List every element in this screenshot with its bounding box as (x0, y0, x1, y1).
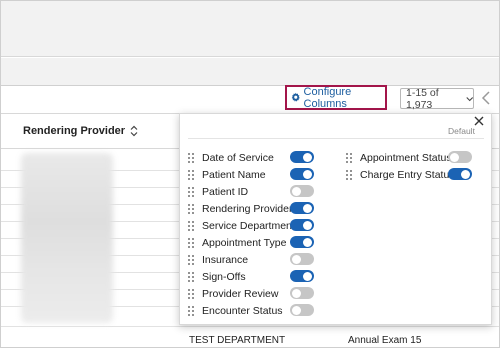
filter-band (1, 58, 499, 86)
chevron-left-icon[interactable] (481, 91, 491, 105)
column-option-label: Patient ID (202, 185, 249, 198)
panel-divider (188, 138, 484, 139)
column-toggle[interactable] (290, 304, 314, 316)
toggle-knob (303, 220, 312, 230)
column-header-rendering-provider[interactable]: Rendering Provider (23, 125, 138, 137)
drag-handle-icon[interactable] (188, 169, 194, 180)
drag-handle-icon[interactable] (188, 254, 194, 265)
chevron-down-icon (465, 96, 473, 101)
column-toggle[interactable] (448, 151, 472, 163)
toggle-knob (303, 203, 312, 213)
app-frame: Configure Columns 1-15 of 1,973 Renderin… (0, 0, 500, 348)
drag-handle-icon[interactable] (188, 271, 194, 282)
column-option[interactable]: Appointment Type (188, 235, 316, 250)
column-header-label: Rendering Provider (23, 125, 126, 137)
column-option-label: Charge Entry Status (360, 168, 455, 181)
drag-handle-icon[interactable] (346, 152, 352, 163)
column-toggle[interactable] (290, 236, 314, 248)
configure-columns-panel: Default Date of Service Patient Name Patie… (179, 113, 492, 325)
column-option[interactable]: Encounter Status (188, 303, 316, 318)
column-option-label: Appointment Type (202, 236, 287, 249)
column-option[interactable]: Appointment Status (346, 150, 474, 165)
column-toggle[interactable] (290, 270, 314, 282)
toggle-knob (303, 237, 312, 247)
drag-handle-icon[interactable] (188, 152, 194, 163)
column-option[interactable]: Provider Review (188, 286, 316, 301)
drag-handle-icon[interactable] (188, 305, 194, 316)
column-option-label: Encounter Status (202, 304, 283, 317)
column-option[interactable]: Sign-Offs (188, 269, 316, 284)
configure-columns-label: Configure Columns (303, 85, 352, 110)
column-option-label: Appointment Status (360, 151, 452, 164)
toggle-knob (303, 271, 312, 281)
drag-handle-icon[interactable] (188, 186, 194, 197)
column-option-label: Sign-Offs (202, 270, 246, 283)
column-toggle[interactable] (290, 151, 314, 163)
column-option[interactable]: Service Department (188, 218, 316, 233)
drag-handle-icon[interactable] (188, 237, 194, 248)
column-option[interactable]: Rendering Provider (188, 201, 316, 216)
column-toggle[interactable] (290, 168, 314, 180)
row-department: TEST DEPARTMENT (189, 335, 286, 346)
default-label: Default (448, 126, 475, 136)
column-toggle[interactable] (290, 185, 314, 197)
pager-text: 1-15 of 1,973 (406, 86, 439, 111)
toggle-knob (303, 169, 312, 179)
column-option-label: Patient Name (202, 168, 266, 181)
column-option-label: Rendering Provider (202, 202, 293, 215)
toggle-knob (292, 305, 301, 315)
column-toggle[interactable] (290, 219, 314, 231)
column-option[interactable]: Date of Service (188, 150, 316, 165)
column-toggle[interactable] (290, 287, 314, 299)
column-option[interactable]: Charge Entry Status (346, 167, 474, 182)
toggle-knob (461, 169, 470, 179)
column-option[interactable]: Insurance (188, 252, 316, 267)
toggle-knob (292, 186, 301, 196)
drag-handle-icon[interactable] (188, 203, 194, 214)
toggle-knob (450, 152, 459, 162)
column-option[interactable]: Patient ID (188, 184, 316, 199)
toggle-knob (292, 288, 301, 298)
column-option[interactable]: Patient Name (188, 167, 316, 182)
column-toggle[interactable] (290, 202, 314, 214)
redacted-provider-names (21, 153, 113, 323)
drag-handle-icon[interactable] (188, 220, 194, 231)
top-band (1, 1, 499, 57)
sort-icon[interactable] (130, 125, 138, 137)
configure-columns-button[interactable]: Configure Columns (285, 85, 387, 110)
drag-handle-icon[interactable] (346, 169, 352, 180)
pagination-select[interactable]: 1-15 of 1,973 (400, 86, 474, 111)
column-toggle[interactable] (448, 168, 472, 180)
toggle-knob (292, 254, 301, 264)
column-option-label: Provider Review (202, 287, 279, 300)
column-option-label: Insurance (202, 253, 249, 266)
column-option-label: Service Department (202, 219, 295, 232)
toggle-knob (303, 152, 312, 162)
column-toggle[interactable] (290, 253, 314, 265)
gear-icon (291, 92, 300, 102)
column-option-label: Date of Service (202, 151, 274, 164)
row-appointment-type: Annual Exam 15 (348, 335, 422, 346)
drag-handle-icon[interactable] (188, 288, 194, 299)
